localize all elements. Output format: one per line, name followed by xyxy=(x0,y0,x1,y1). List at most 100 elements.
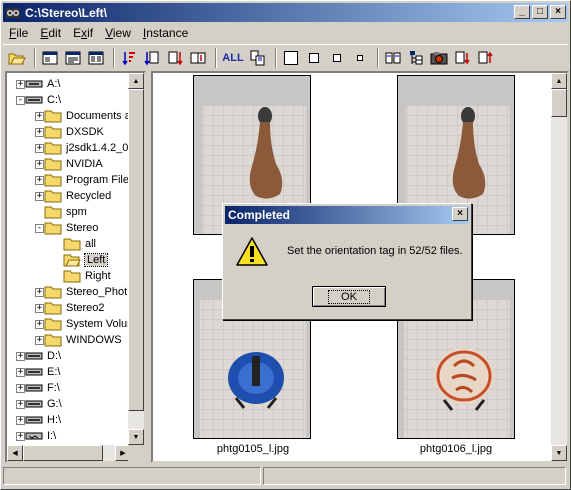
stereo-pair-icon[interactable] xyxy=(248,48,268,68)
collapse-icon[interactable]: - xyxy=(35,224,44,233)
expand-icon[interactable]: + xyxy=(16,352,25,361)
expand-icon[interactable]: + xyxy=(35,144,44,153)
rotate-left-icon[interactable] xyxy=(452,48,472,68)
folder-icon xyxy=(63,238,81,251)
thumbnail-caption: phtg0105_l.jpg xyxy=(216,443,290,455)
tree-item[interactable]: NVIDIA xyxy=(44,156,103,172)
status-pane-right xyxy=(263,467,566,485)
scroll-down-icon[interactable]: ▼ xyxy=(128,429,144,445)
sort-ascending-icon[interactable] xyxy=(119,48,139,68)
folder-tree[interactable]: + A:\ - C:\ + Documents a + DXSDK + j2sdk1.4.2_0 +… xyxy=(7,73,131,445)
expand-icon[interactable]: + xyxy=(35,160,44,169)
ok-button[interactable]: OK xyxy=(312,286,386,307)
tree-item[interactable]: Stereo2 xyxy=(44,300,105,316)
toolbar-separator xyxy=(377,47,379,68)
tree-item[interactable]: F:\ xyxy=(25,380,60,396)
maximize-button[interactable]: □ xyxy=(532,5,548,19)
sort-size-icon[interactable] xyxy=(165,48,185,68)
tree-item[interactable]: Left xyxy=(63,252,109,268)
tree-vertical-scrollbar[interactable]: ▲ ▼ xyxy=(128,73,144,445)
tree-item[interactable]: G:\ xyxy=(25,396,62,412)
expand-icon[interactable]: + xyxy=(35,336,44,345)
scroll-up-icon[interactable]: ▲ xyxy=(551,73,567,89)
expand-icon[interactable]: + xyxy=(35,176,44,185)
expand-icon[interactable]: + xyxy=(35,112,44,121)
tree-item-label: C:\ xyxy=(47,94,62,106)
expand-icon[interactable]: + xyxy=(16,400,25,409)
menu-instance[interactable]: Instance xyxy=(137,26,194,40)
tree-item[interactable]: C:\ xyxy=(25,92,61,108)
tree-item[interactable]: H:\ xyxy=(25,412,61,428)
tree-item[interactable]: Right xyxy=(63,268,111,284)
expand-icon[interactable]: + xyxy=(35,192,44,201)
expand-icon[interactable]: + xyxy=(16,384,25,393)
tree-item-label: Left xyxy=(83,253,109,267)
thumb-size-xl-icon[interactable] xyxy=(281,48,301,68)
close-button[interactable]: × xyxy=(550,5,566,19)
menu-edit[interactable]: Edit xyxy=(34,26,67,40)
tree-item[interactable]: I:\ xyxy=(25,428,56,444)
thumb-size-small-icon[interactable] xyxy=(350,48,370,68)
main-window: C:\Stereo\Left\ _ □ × File Edit Exif Vie… xyxy=(0,0,571,490)
camera-icon[interactable] xyxy=(429,48,449,68)
dialog-close-button[interactable]: × xyxy=(452,207,468,221)
title-bar[interactable]: C:\Stereo\Left\ _ □ × xyxy=(3,3,568,22)
expand-icon[interactable]: + xyxy=(16,416,25,425)
tree-item-label: Right xyxy=(85,270,111,282)
expand-icon[interactable]: + xyxy=(16,432,25,441)
rotate-right-icon[interactable] xyxy=(475,48,495,68)
expand-icon[interactable]: + xyxy=(16,368,25,377)
thumbnail-caption: phtg0106_l.jpg xyxy=(419,443,493,455)
tree-item[interactable]: Stereo_Phot xyxy=(44,284,127,300)
side-by-side-icon[interactable] xyxy=(383,48,403,68)
tree-item[interactable]: Recycled xyxy=(44,188,111,204)
folder-icon xyxy=(44,190,62,203)
tree-item[interactable]: DXSDK xyxy=(44,124,104,140)
collapse-icon[interactable]: - xyxy=(16,96,25,105)
thumb-size-large-icon[interactable] xyxy=(304,48,324,68)
scroll-up-icon[interactable]: ▲ xyxy=(128,73,144,89)
thumbnail-vertical-scrollbar[interactable]: ▲ ▼ xyxy=(551,73,567,461)
menu-view[interactable]: View xyxy=(99,26,137,40)
menu-exif[interactable]: Exif xyxy=(67,26,99,40)
expand-icon[interactable]: + xyxy=(16,80,25,89)
expand-icon[interactable]: + xyxy=(35,288,44,297)
expand-icon[interactable]: + xyxy=(35,128,44,137)
network-drive-icon xyxy=(25,432,43,440)
tree-horizontal-scrollbar[interactable]: ◀ ▶ xyxy=(7,445,131,461)
tree-item-label: NVIDIA xyxy=(66,158,103,170)
sort-type-icon[interactable] xyxy=(188,48,208,68)
tree-item[interactable]: Stereo xyxy=(44,220,98,236)
tree-item[interactable]: Program File xyxy=(44,172,129,188)
tree-hscroll-thumb[interactable] xyxy=(23,445,103,461)
list-view-icon[interactable] xyxy=(86,48,106,68)
scroll-down-icon[interactable]: ▼ xyxy=(551,445,567,461)
tree-item[interactable]: E:\ xyxy=(25,364,60,380)
thumb-size-medium-icon[interactable] xyxy=(327,48,347,68)
sort-date-icon[interactable] xyxy=(142,48,162,68)
expand-icon[interactable]: + xyxy=(35,320,44,329)
properties-icon[interactable] xyxy=(40,48,60,68)
expand-icon[interactable]: + xyxy=(35,304,44,313)
tree-item[interactable]: all xyxy=(63,236,96,252)
tree-view-icon[interactable] xyxy=(406,48,426,68)
dialog-title[interactable]: Completed xyxy=(225,206,469,224)
details-view-icon[interactable] xyxy=(63,48,83,68)
tree-scroll-thumb[interactable] xyxy=(128,89,144,411)
menu-file[interactable]: File xyxy=(3,26,34,40)
tree-item[interactable]: D:\ xyxy=(25,348,61,364)
tree-item[interactable]: WINDOWS xyxy=(44,332,122,348)
open-folder-icon[interactable] xyxy=(7,48,27,68)
thumbnail-scroll-thumb[interactable] xyxy=(551,89,567,117)
tree-item[interactable]: j2sdk1.4.2_0 xyxy=(44,140,128,156)
select-all-button[interactable]: ALL xyxy=(221,48,245,68)
minimize-button[interactable]: _ xyxy=(514,5,530,19)
window-title: C:\Stereo\Left\ xyxy=(25,5,108,20)
tree-item[interactable]: A:\ xyxy=(25,76,60,92)
scroll-left-icon[interactable]: ◀ xyxy=(7,445,23,461)
folder-icon xyxy=(44,318,62,331)
tree-item-label: I:\ xyxy=(47,430,57,442)
tree-item[interactable]: spm xyxy=(44,204,87,220)
tree-item[interactable]: Documents a xyxy=(44,108,131,124)
tree-item[interactable]: System Volur xyxy=(44,316,131,332)
